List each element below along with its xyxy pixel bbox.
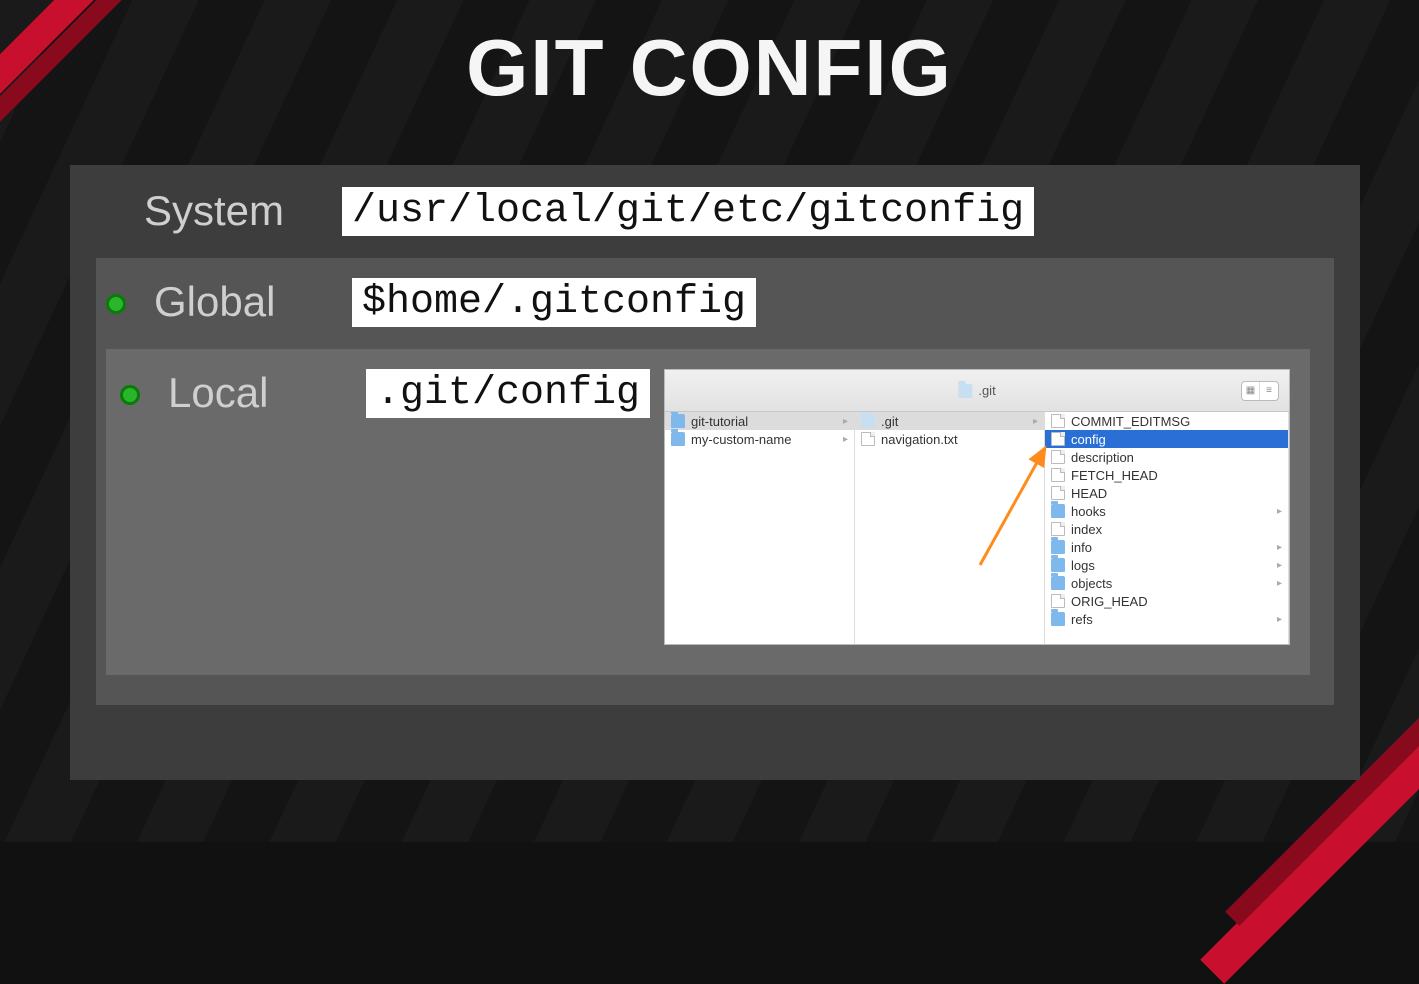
finder-item-label: git-tutorial — [691, 414, 748, 429]
level-local-path: .git/config — [366, 369, 650, 418]
folder-icon — [1051, 612, 1065, 626]
level-system-path: /usr/local/git/etc/gitconfig — [342, 187, 1034, 236]
file-icon — [1051, 468, 1065, 482]
chevron-right-icon: ▸ — [1277, 614, 1282, 625]
global-panel: Global $home/.gitconfig Local .git/confi… — [96, 258, 1334, 705]
finder-item-label: HEAD — [1071, 486, 1107, 501]
chevron-right-icon: ▸ — [843, 416, 848, 427]
finder-view-toggle[interactable]: ▦ ≡ — [1241, 381, 1279, 401]
folder-icon — [958, 384, 972, 398]
finder-item-label: logs — [1071, 558, 1095, 573]
level-local-label: Local — [168, 369, 338, 417]
finder-item-label: .git — [881, 414, 898, 429]
finder-item[interactable]: .git ▸ — [855, 412, 1044, 430]
chevron-right-icon: ▸ — [1277, 542, 1282, 553]
content-panel: System /usr/local/git/etc/gitconfig Glob… — [70, 165, 1360, 780]
finder-item[interactable]: logs ▸ — [1045, 556, 1288, 574]
finder-item-label: description — [1071, 450, 1134, 465]
finder-item[interactable]: COMMIT_EDITMSG — [1045, 412, 1288, 430]
level-global-row: Global $home/.gitconfig — [106, 278, 1310, 327]
finder-item[interactable]: ORIG_HEAD — [1045, 592, 1288, 610]
chevron-right-icon: ▸ — [1277, 578, 1282, 589]
finder-item[interactable]: index — [1045, 520, 1288, 538]
finder-item[interactable]: HEAD — [1045, 484, 1288, 502]
folder-icon — [671, 414, 685, 428]
file-icon — [1051, 432, 1065, 446]
bullet-icon — [120, 385, 140, 405]
finder-window: .git ▦ ≡ git-tutorial ▸ my-custom-name ▸ .g… — [664, 369, 1290, 645]
folder-icon — [1051, 576, 1065, 590]
chevron-right-icon: ▸ — [1033, 416, 1038, 427]
level-system-row: System /usr/local/git/etc/gitconfig — [96, 187, 1334, 236]
finder-item-label: refs — [1071, 612, 1093, 627]
finder-item-label: FETCH_HEAD — [1071, 468, 1158, 483]
finder-toolbar: .git ▦ ≡ — [665, 370, 1289, 412]
finder-item[interactable]: description — [1045, 448, 1288, 466]
finder-item[interactable]: refs ▸ — [1045, 610, 1288, 628]
slide-title: GIT CONFIG — [0, 0, 1419, 114]
finder-item[interactable]: objects ▸ — [1045, 574, 1288, 592]
finder-item-label: ORIG_HEAD — [1071, 594, 1148, 609]
view-icon-list: ≡ — [1260, 382, 1278, 400]
file-icon — [861, 432, 875, 446]
file-icon — [1051, 414, 1065, 428]
file-icon — [1051, 486, 1065, 500]
finder-item-label: COMMIT_EDITMSG — [1071, 414, 1190, 429]
finder-item[interactable]: navigation.txt — [855, 430, 1044, 448]
folder-icon — [1051, 540, 1065, 554]
level-global-label: Global — [154, 278, 324, 326]
folder-icon — [671, 432, 685, 446]
level-global-path: $home/.gitconfig — [352, 278, 756, 327]
finder-item[interactable]: config — [1045, 430, 1288, 448]
chevron-right-icon: ▸ — [1277, 560, 1282, 571]
finder-column-1: git-tutorial ▸ my-custom-name ▸ — [665, 412, 855, 644]
finder-item[interactable]: hooks ▸ — [1045, 502, 1288, 520]
finder-item[interactable]: FETCH_HEAD — [1045, 466, 1288, 484]
local-panel: Local .git/config .git ▦ ≡ — [106, 349, 1310, 675]
finder-item-label: navigation.txt — [881, 432, 958, 447]
finder-item-label: my-custom-name — [691, 432, 791, 447]
chevron-right-icon: ▸ — [843, 434, 848, 445]
level-system-label: System — [144, 187, 314, 235]
finder-title: .git — [958, 383, 995, 398]
file-icon — [1051, 450, 1065, 464]
finder-item[interactable]: git-tutorial ▸ — [665, 412, 854, 430]
finder-item[interactable]: my-custom-name ▸ — [665, 430, 854, 448]
view-icon-grid: ▦ — [1242, 382, 1260, 400]
level-local-row: Local .git/config — [120, 369, 650, 418]
file-icon — [1051, 594, 1065, 608]
folder-icon — [1051, 504, 1065, 518]
folder-icon — [861, 414, 875, 428]
finder-item-label: objects — [1071, 576, 1112, 591]
finder-item-label: index — [1071, 522, 1102, 537]
finder-title-text: .git — [978, 383, 995, 398]
finder-item[interactable]: info ▸ — [1045, 538, 1288, 556]
finder-column-3: COMMIT_EDITMSGconfig description FETCH_HEA… — [1045, 412, 1289, 644]
bullet-icon — [106, 294, 126, 314]
finder-item-label: info — [1071, 540, 1092, 555]
file-icon — [1051, 522, 1065, 536]
finder-item-label: config — [1071, 432, 1106, 447]
folder-icon — [1051, 558, 1065, 572]
chevron-right-icon: ▸ — [1277, 506, 1282, 517]
finder-column-2: .git ▸ navigation.txt — [855, 412, 1045, 644]
finder-item-label: hooks — [1071, 504, 1106, 519]
finder-columns: git-tutorial ▸ my-custom-name ▸ .git ▸ naviga… — [665, 412, 1289, 644]
